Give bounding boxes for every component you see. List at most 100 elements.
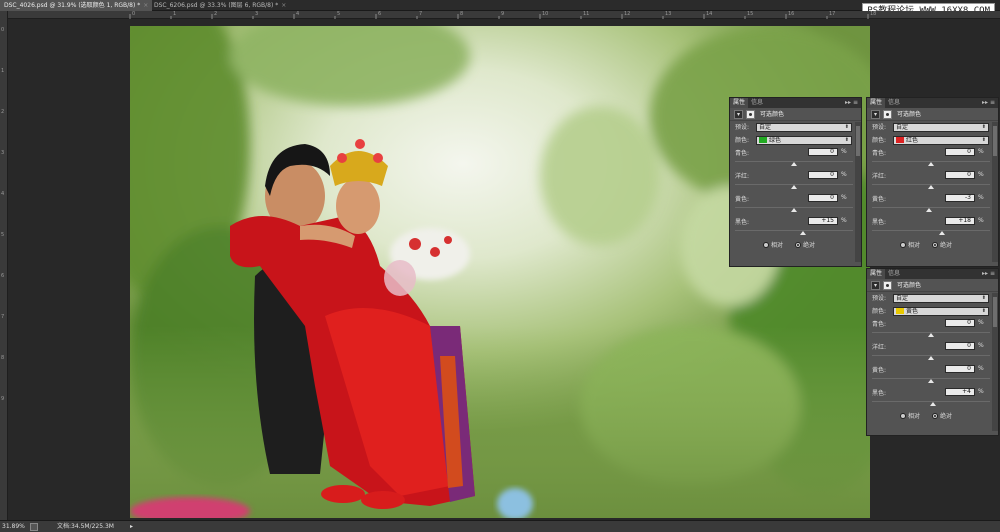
preset-select[interactable]: 自定 ⬍ (756, 123, 852, 132)
slider-value-input[interactable]: 0 (808, 148, 838, 156)
selective-color-panel-red: 属性 信息 ▸▸ ≡ ▾ 可选颜色 预设: 自定 ⬍ 颜色: 红色 ⬍ 青色: 0% … (866, 97, 999, 267)
scrollbar-thumb[interactable] (993, 297, 997, 327)
color-select[interactable]: 黄色 ⬍ (893, 307, 989, 316)
mask-icon[interactable] (883, 281, 892, 290)
slider-label: 洋红: (872, 173, 887, 180)
slider-thumb[interactable] (791, 185, 797, 189)
slider-value-input[interactable]: 0 (945, 342, 975, 350)
panel-scrollbar[interactable] (855, 122, 861, 262)
expand-arrow-icon[interactable]: ▸ (130, 521, 133, 532)
percent-unit: % (841, 217, 847, 224)
method-radio-group: 相对 绝对 (867, 410, 998, 424)
slider-black[interactable]: 黑色: +18% (867, 216, 998, 239)
color-select[interactable]: 红色 ⬍ (893, 136, 989, 145)
panel-menu-icon[interactable]: ▸▸ ≡ (982, 270, 995, 277)
tab-properties[interactable]: 属性 (867, 269, 886, 279)
panel-menu-icon[interactable]: ▸▸ ≡ (982, 99, 995, 106)
ruler-horizontal[interactable]: 0 1 2 3 4 5 6 7 8 9 10 11 12 13 14 15 16… (8, 11, 1000, 19)
slider-value-input[interactable]: 0 (808, 171, 838, 179)
tab-info[interactable]: 信息 (885, 98, 903, 108)
slider-thumb[interactable] (930, 402, 937, 406)
slider-magenta[interactable]: 洋红: 0% (867, 341, 998, 364)
slider-track[interactable] (735, 230, 853, 231)
mask-icon[interactable] (746, 110, 755, 119)
tab-properties[interactable]: 属性 (867, 98, 886, 108)
ruler-vertical[interactable]: 0 1 2 3 4 5 6 7 8 9 (0, 11, 8, 520)
preset-select[interactable]: 自定 ⬍ (893, 294, 989, 303)
slider-thumb[interactable] (928, 185, 934, 189)
radio-relative[interactable]: 相对 (900, 242, 920, 250)
tab-dsc-4026[interactable]: DSC_4026.psd @ 31.9% (选取颜色 1, RGB/8) * × (0, 0, 153, 11)
tab-info[interactable]: 信息 (885, 269, 903, 279)
tab-info[interactable]: 信息 (748, 98, 766, 108)
slider-magenta[interactable]: 洋红: 0% (867, 170, 998, 193)
slider-value-input[interactable]: 0 (945, 365, 975, 373)
slider-thumb[interactable] (926, 208, 933, 212)
radio-absolute[interactable]: 绝对 (932, 413, 952, 421)
ruler-label: 6 (378, 11, 382, 17)
slider-value-input[interactable]: 0 (808, 194, 838, 202)
slider-thumb[interactable] (938, 231, 945, 235)
mask-icon[interactable] (883, 110, 892, 119)
adjustment-layer-icon: ▾ (871, 281, 880, 290)
slider-thumb[interactable] (799, 231, 806, 235)
tab-dsc-6206[interactable]: DSC_6206.psd @ 33.3% (图层 6, RGB/8) * × (150, 0, 290, 11)
slider-value-input[interactable]: +15 (808, 217, 838, 225)
slider-value-input[interactable]: 0 (945, 148, 975, 156)
slider-black[interactable]: 黑色: +15% (730, 216, 861, 239)
slider-label: 黄色: (735, 196, 750, 203)
ruler-label: 7 (419, 11, 423, 17)
slider-yellow[interactable]: 黄色: 0% (730, 193, 861, 216)
scrollbar-thumb[interactable] (856, 126, 860, 156)
preset-label: 预设: (872, 124, 887, 131)
ruler-label: 3 (255, 11, 259, 17)
color-select[interactable]: 绿色 ⬍ (756, 136, 852, 145)
radio-relative[interactable]: 相对 (763, 242, 783, 250)
radio-absolute[interactable]: 绝对 (795, 242, 815, 250)
close-icon[interactable]: × (281, 2, 286, 9)
close-icon[interactable]: × (143, 2, 148, 9)
percent-unit: % (978, 148, 984, 155)
slider-value-input[interactable]: 0 (945, 319, 975, 327)
method-radio-group: 相对 绝对 (730, 239, 861, 253)
slider-value-input[interactable]: -3 (945, 194, 975, 202)
slider-yellow[interactable]: 黄色: 0% (867, 364, 998, 387)
preset-select[interactable]: 自定 ⬍ (893, 123, 989, 132)
slider-label: 洋红: (735, 173, 750, 180)
zoom-level[interactable]: 31.89% (2, 521, 25, 532)
slider-thumb[interactable] (791, 208, 797, 212)
scrollbar-thumb[interactable] (993, 126, 997, 156)
slider-thumb[interactable] (928, 162, 934, 166)
slider-thumb[interactable] (791, 162, 797, 166)
slider-thumb[interactable] (928, 379, 934, 383)
slider-thumb[interactable] (928, 356, 934, 360)
slider-label: 青色: (872, 321, 887, 328)
panel-scrollbar[interactable] (992, 293, 998, 431)
preset-row: 预设: 自定 ⬍ (867, 292, 998, 305)
ruler-label: 0 (1, 27, 5, 33)
slider-track[interactable] (872, 230, 990, 231)
slider-magenta[interactable]: 洋红: 0% (730, 170, 861, 193)
radio-absolute[interactable]: 绝对 (932, 242, 952, 250)
slider-yellow[interactable]: 黄色: -3% (867, 193, 998, 216)
panel-menu-icon[interactable]: ▸▸ ≡ (845, 99, 858, 106)
slider-value-input[interactable]: +18 (945, 217, 975, 225)
tab-properties[interactable]: 属性 (730, 98, 749, 108)
preset-value: 自定 (896, 295, 909, 302)
slider-value-input[interactable]: +4 (945, 388, 975, 396)
slider-cyan[interactable]: 青色: 0% (867, 318, 998, 341)
method-radio-group: 相对 绝对 (867, 239, 998, 253)
slider-label: 黑色: (735, 219, 750, 226)
slider-cyan[interactable]: 青色: 0% (867, 147, 998, 170)
chevron-updown-icon: ⬍ (981, 124, 986, 130)
slider-value-input[interactable]: 0 (945, 171, 975, 179)
slider-cyan[interactable]: 青色: 0% (730, 147, 861, 170)
radio-relative[interactable]: 相对 (900, 413, 920, 421)
selective-color-panel-green: 属性 信息 ▸▸ ≡ ▾ 可选颜色 预设: 自定 ⬍ 颜色: 绿色 ⬍ 青色: 0% … (729, 97, 862, 267)
slider-black[interactable]: 黑色: +4% (867, 387, 998, 410)
color-swatch (896, 308, 904, 314)
slider-thumb[interactable] (928, 333, 934, 337)
panel-scrollbar[interactable] (992, 122, 998, 262)
color-value: 红色 (906, 137, 919, 144)
export-icon[interactable] (30, 523, 38, 531)
